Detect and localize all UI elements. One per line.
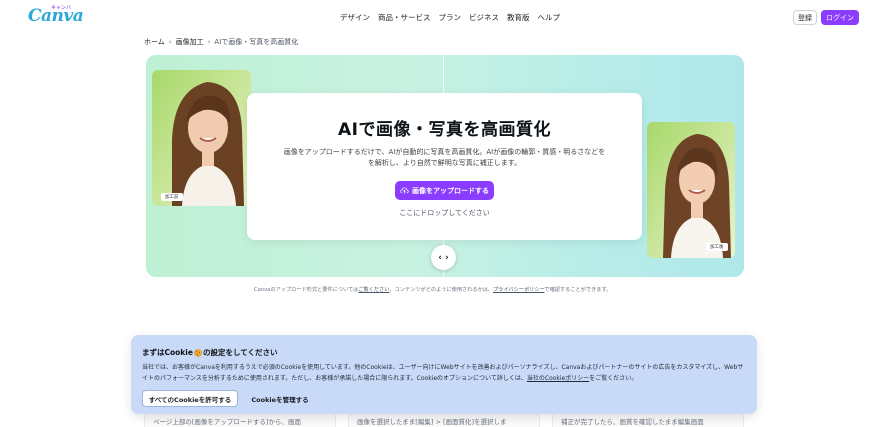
note-middle: 。コンテンツがどのように使用されるかは、	[389, 287, 493, 293]
breadcrumb-current: AIで画像・写真を高画質化	[214, 38, 299, 46]
hero-description: 画像をアップロードするだけで、AIが自動的に写真を高画質化。AIが画像の輪郭・質…	[271, 147, 618, 169]
logo-katakana: キャンバ	[51, 5, 72, 11]
breadcrumb-image-editing[interactable]: 画像加工	[176, 37, 204, 47]
cookie-icon	[193, 348, 202, 357]
cookie-body-end: をご覧ください。	[589, 375, 638, 382]
after-tag: 加工後	[706, 243, 728, 251]
nav-item-education[interactable]: 教育版	[507, 12, 530, 23]
after-photo	[647, 122, 735, 258]
woman-portrait-before	[152, 70, 251, 206]
nav-item-help[interactable]: ヘルプ	[538, 12, 561, 23]
page-title: AIで画像・写真を高画質化	[338, 120, 551, 140]
upload-requirements-link[interactable]: ご覧ください	[358, 287, 389, 293]
step-card-3: 補正が完了したら、画質を確認したまま編集画面	[552, 412, 744, 427]
upload-image-button[interactable]: 画像をアップロードする	[395, 181, 494, 200]
before-tag: 加工前	[161, 193, 183, 201]
cookie-description: 当社では、お客様がCanvaを利用するうえで必須のCookieを使用しています。…	[142, 362, 746, 384]
upload-card: AIで画像・写真を高画質化 画像をアップロードするだけで、AIが自動的に写真を高…	[247, 93, 642, 240]
hero-description-line2: を解析し、より自然で鮮明な写真に補正します。	[367, 159, 522, 167]
main-nav: デザイン 商品・サービス プラン ビジネス 教育版 ヘルプ	[340, 12, 560, 23]
compare-slider-handle[interactable]: ‹ ›	[431, 245, 456, 270]
login-button[interactable]: ログイン	[821, 10, 859, 25]
cookie-policy-link[interactable]: 当社のCookieポリシー	[527, 375, 589, 382]
woman-portrait-after	[647, 122, 735, 258]
step-card-2: 画像を選択したまま[編集] > [画面質化]を選択しま	[348, 412, 540, 427]
privacy-policy-link[interactable]: プライバシーポリシー	[493, 287, 544, 293]
nav-item-business[interactable]: ビジネス	[469, 12, 499, 23]
manage-cookies-button[interactable]: Cookieを管理する	[244, 390, 316, 407]
hero-description-line1: 画像をアップロードするだけで、AIが自動的に写真を高画質化。AIが画像の輪郭・質…	[283, 148, 606, 156]
breadcrumb-home[interactable]: ホーム	[144, 37, 165, 47]
note-suffix: で確認することができます。	[544, 287, 612, 293]
cloud-upload-icon	[400, 187, 409, 194]
note-prefix: Canvaのアップロード形式と要件については	[254, 287, 359, 293]
upload-image-label: 画像をアップロードする	[412, 186, 489, 195]
chevron-left-right-icon: ‹ ›	[438, 252, 449, 263]
upload-requirements-note: Canvaのアップロード形式と要件についてはご覧ください。コンテンツがどのように…	[254, 286, 654, 293]
breadcrumb-separator-icon: ›	[207, 38, 211, 46]
breadcrumb: ホーム › 画像加工 › AIで画像・写真を高画質化	[144, 37, 298, 47]
before-photo	[152, 70, 251, 206]
cookie-title-suffix: の設定をしてください	[202, 348, 278, 357]
breadcrumb-separator-icon: ›	[168, 38, 172, 46]
nav-item-design[interactable]: デザイン	[340, 12, 370, 23]
step-card-1: ページ上部の[画像をアップロードする]から、画面	[144, 412, 336, 427]
site-header: Canva キャンバ デザイン 商品・サービス プラン ビジネス 教育版 ヘルプ…	[0, 0, 890, 34]
cookie-title: まずはCookie の設定をしてください	[142, 347, 278, 358]
nav-item-products[interactable]: 商品・サービス	[378, 12, 431, 23]
cookie-body-text: 当社では、お客様がCanvaを利用するうえで必須のCookieを使用しています。…	[142, 364, 744, 382]
drop-zone-hint: ここにドロップしてください	[399, 209, 490, 217]
register-button[interactable]: 登録	[793, 10, 817, 25]
allow-all-cookies-button[interactable]: すべてのCookieを許可する	[142, 390, 238, 407]
nav-item-plans[interactable]: プラン	[439, 12, 462, 23]
cookie-title-prefix: まずはCookie	[142, 348, 193, 357]
